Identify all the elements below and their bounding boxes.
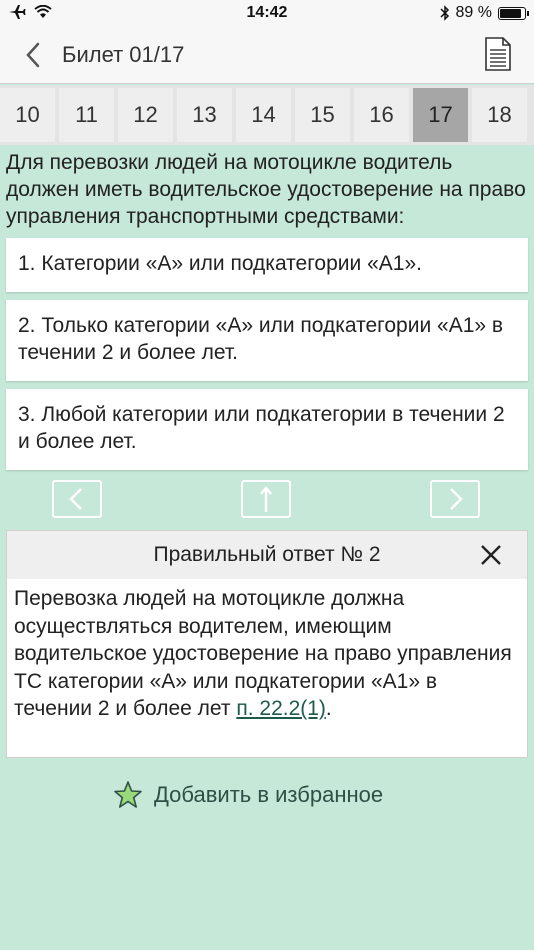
- tab-18[interactable]: 18: [472, 88, 527, 142]
- explanation-trailing: .: [325, 697, 332, 720]
- explanation-text: Перевозка людей на мотоцикле должна осущ…: [7, 579, 527, 729]
- battery-icon: [498, 6, 529, 20]
- document-icon[interactable]: [484, 36, 512, 72]
- tab-10[interactable]: 10: [0, 88, 55, 142]
- correct-answer-header: Правильный ответ № 2: [7, 531, 527, 579]
- answer-option-3[interactable]: 3. Любой категории или подкатегории в те…: [6, 389, 528, 470]
- correct-answer-title: Правильный ответ № 2: [153, 543, 381, 566]
- tab-12[interactable]: 12: [118, 88, 173, 142]
- prev-arrow-icon: [69, 488, 82, 510]
- tab-16[interactable]: 16: [354, 88, 409, 142]
- status-right: 89 %: [440, 4, 529, 22]
- tab-14[interactable]: 14: [236, 88, 291, 142]
- star-icon: [114, 781, 142, 808]
- bluetooth-icon: [440, 5, 449, 21]
- tab-17[interactable]: 17: [413, 88, 468, 142]
- battery-fill: [500, 8, 522, 18]
- answer-option-2[interactable]: 2. Только категории «А» или подкатегории…: [6, 300, 528, 381]
- next-question-button[interactable]: [430, 480, 480, 518]
- close-icon[interactable]: [479, 543, 503, 567]
- tab-11[interactable]: 11: [59, 88, 114, 142]
- question-nav: [0, 480, 534, 520]
- page-title: Билет 01/17: [62, 42, 185, 67]
- next-arrow-icon: [450, 488, 463, 510]
- up-arrow-icon: [260, 486, 272, 512]
- status-bar: 14:42 89 %: [0, 0, 534, 28]
- add-to-favorites-label: Добавить в избранное: [154, 782, 384, 807]
- add-to-favorites-button[interactable]: Добавить в избранное: [112, 778, 383, 812]
- question-tabs: 10 11 12 13 14 15 16 17 18: [0, 85, 534, 145]
- correct-answer-panel: Правильный ответ № 2 Перевозка людей на …: [6, 530, 528, 758]
- rule-link[interactable]: п. 22.2(1): [236, 697, 326, 720]
- back-chevron-icon[interactable]: [20, 40, 48, 70]
- battery-percent: 89 %: [455, 4, 492, 21]
- answer-option-1[interactable]: 1. Категории «А» или подкатегории «А1».: [6, 238, 528, 292]
- question-text: Для перевозки людей на мотоцикле водител…: [6, 151, 526, 228]
- nav-bar: Билет 01/17: [0, 28, 534, 84]
- tab-15[interactable]: 15: [295, 88, 350, 142]
- prev-question-button[interactable]: [52, 480, 102, 518]
- tab-13[interactable]: 13: [177, 88, 232, 142]
- up-button[interactable]: [241, 480, 291, 518]
